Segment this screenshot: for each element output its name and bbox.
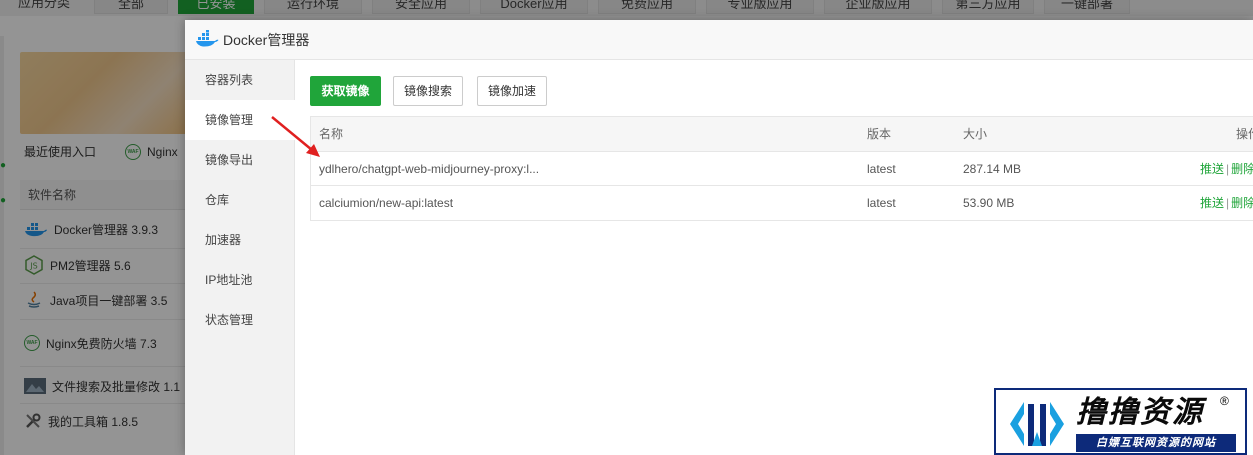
watermark-subtitle: 白嫖互联网资源的网站 xyxy=(1076,434,1236,452)
nav-ip-pool[interactable]: IP地址池 xyxy=(185,260,295,300)
table-row: calciumion/new-api:latest latest 53.90 M… xyxy=(311,186,1253,220)
registered-mark: ® xyxy=(1220,394,1229,408)
table-header-row: 名称 版本 大小 操作 xyxy=(311,117,1253,152)
image-name: calciumion/new-api:latest xyxy=(319,196,454,210)
delete-link[interactable]: 删除 xyxy=(1231,196,1253,210)
image-table: 名称 版本 大小 操作 ydlhero/chatgpt-web-midjourn… xyxy=(310,116,1253,221)
column-header-version[interactable]: 版本 xyxy=(867,117,947,151)
action-separator: | xyxy=(1226,196,1230,210)
delete-link[interactable]: 删除 xyxy=(1231,162,1253,176)
watermark-logo: 撸撸资源 ® 白嫖互联网资源的网站 xyxy=(994,388,1247,455)
table-row: ydlhero/chatgpt-web-midjourney-proxy:l..… xyxy=(311,152,1253,186)
action-separator: | xyxy=(1226,162,1230,176)
column-header-size[interactable]: 大小 xyxy=(963,117,1163,151)
watermark-title: 撸撸资源 xyxy=(1076,395,1204,430)
image-version: latest xyxy=(867,162,896,176)
pull-image-button[interactable]: 获取镜像 xyxy=(310,76,381,106)
dialog-header: Docker管理器 xyxy=(185,20,1253,60)
dialog-title: Docker管理器 xyxy=(223,32,310,48)
image-name: ydlhero/chatgpt-web-midjourney-proxy:l..… xyxy=(319,162,540,176)
nav-container-list[interactable]: 容器列表 xyxy=(185,60,295,100)
nav-repository[interactable]: 仓库 xyxy=(185,180,295,220)
image-version: latest xyxy=(867,196,896,210)
column-header-actions: 操作 xyxy=(1236,127,1253,141)
image-accelerate-button[interactable]: 镜像加速 xyxy=(477,76,547,106)
annotation-arrow-icon xyxy=(271,116,320,157)
push-link[interactable]: 推送 xyxy=(1200,162,1224,176)
nav-status-management[interactable]: 状态管理 xyxy=(185,300,295,340)
row-actions: 推送 | 删除 xyxy=(1200,152,1253,186)
brand-logo-icon xyxy=(1010,402,1064,446)
image-size: 53.90 MB xyxy=(963,196,1015,210)
column-header-name[interactable]: 名称 xyxy=(319,117,859,151)
image-size: 287.14 MB xyxy=(963,162,1022,176)
push-link[interactable]: 推送 xyxy=(1200,196,1224,210)
search-image-button[interactable]: 镜像搜索 xyxy=(393,76,463,106)
nav-accelerator[interactable]: 加速器 xyxy=(185,220,295,260)
row-actions: 推送 | 删除 xyxy=(1200,186,1253,220)
docker-icon xyxy=(196,30,219,47)
